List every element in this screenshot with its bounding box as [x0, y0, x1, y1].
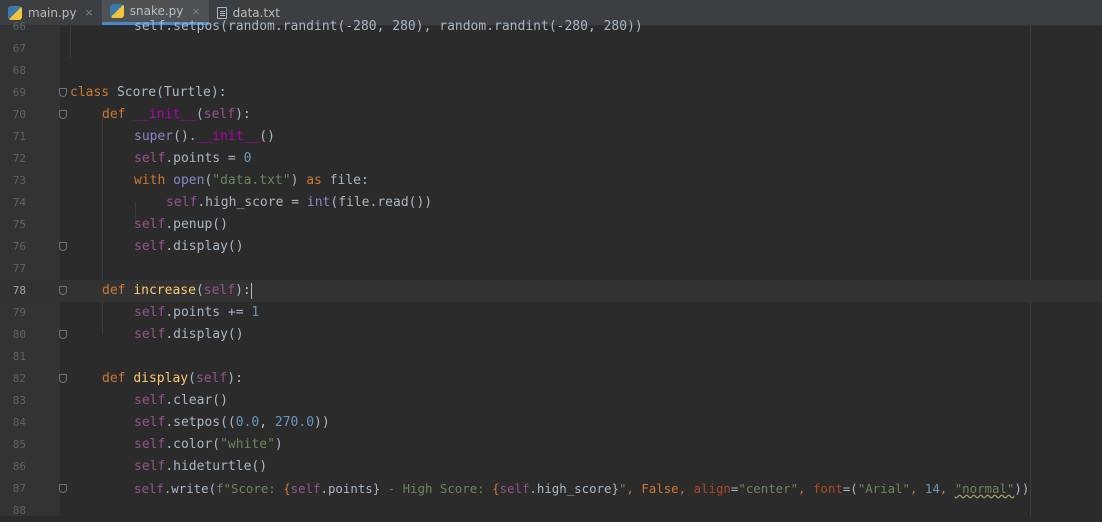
code-line: 80 self.display(): [0, 324, 1102, 346]
line-number: 77: [12, 262, 26, 275]
code-text: self.clear(): [134, 393, 228, 408]
line-number: 85: [12, 438, 26, 451]
code-line: 72 self.points = 0: [0, 148, 1102, 170]
code-text: with open("data.txt") as file:: [134, 173, 369, 188]
code-line-current: 78 def increase(self):: [0, 280, 1102, 302]
code-text: self.hideturtle(): [134, 459, 268, 474]
fold-marker-icon[interactable]: [59, 374, 67, 383]
code-line: 71 super().__init__(): [0, 126, 1102, 148]
code-line: 83 self.clear(): [0, 390, 1102, 412]
fold-marker-icon[interactable]: [59, 330, 67, 339]
fold-marker-icon[interactable]: [59, 484, 67, 493]
line-number: 73: [12, 174, 26, 187]
line-number: 68: [12, 64, 26, 77]
code-text: self.setpos((0.0, 270.0)): [134, 415, 330, 430]
code-line: 70 def __init__(self):: [0, 104, 1102, 126]
line-number: 81: [12, 350, 26, 363]
fold-marker-icon[interactable]: [59, 242, 67, 251]
code-text: super().__init__(): [134, 129, 275, 144]
fold-marker-icon[interactable]: [59, 286, 67, 295]
line-number: 75: [12, 218, 26, 231]
code-text: self.points = 0: [134, 151, 252, 166]
code-line: 86 self.hideturtle(): [0, 456, 1102, 478]
code-editor[interactable]: 66 self.setpos(random.randint(-280, 280),…: [0, 16, 1102, 517]
line-number: 88: [12, 504, 26, 517]
fold-marker-icon[interactable]: [59, 110, 67, 119]
code-text: def increase(self):: [102, 282, 252, 299]
code-text: self.setpos(random.randint(-280, 280), r…: [134, 19, 643, 34]
code-text: self.high_score = int(file.read()): [166, 195, 433, 210]
code-text: class Score(Turtle):: [70, 85, 227, 100]
line-number: 86: [12, 460, 26, 473]
line-number: 83: [12, 394, 26, 407]
line-number: 69: [12, 86, 26, 99]
code-line: 68: [0, 60, 1102, 82]
code-text: def __init__(self):: [102, 107, 251, 122]
line-number: 70: [12, 108, 26, 121]
line-number: 79: [12, 306, 26, 319]
code-text: def display(self):: [102, 371, 243, 386]
code-line: 66 self.setpos(random.randint(-280, 280),…: [0, 16, 1102, 38]
code-line: 76 self.display(): [0, 236, 1102, 258]
code-line: 87 self.write(f"Score: {self.points} - Hi…: [0, 478, 1102, 500]
code-line: 69 class Score(Turtle):: [0, 82, 1102, 104]
code-line: 85 self.color("white"): [0, 434, 1102, 456]
text-caret: [250, 282, 252, 299]
code-line: 75 self.penup(): [0, 214, 1102, 236]
code-text: self.display(): [134, 239, 244, 254]
line-number: 72: [12, 152, 26, 165]
code-line: 79 self.points += 1: [0, 302, 1102, 324]
code-line: 88: [0, 500, 1102, 522]
code-text: self.write(f"Score: {self.points} - High…: [134, 481, 1030, 496]
code-text: self.points += 1: [134, 305, 260, 320]
code-line: 84 self.setpos((0.0, 270.0)): [0, 412, 1102, 434]
line-number: 78: [12, 284, 26, 297]
line-number: 74: [12, 196, 26, 209]
code-line: 77: [0, 258, 1102, 280]
code-text: self.penup(): [134, 217, 228, 232]
line-number: 71: [12, 130, 26, 143]
line-number: 87: [12, 482, 26, 495]
code-line: 81: [0, 346, 1102, 368]
line-number: 80: [12, 328, 26, 341]
code-line: 67: [0, 38, 1102, 60]
code-line: 73 with open("data.txt") as file:: [0, 170, 1102, 192]
code-line: 74 self.high_score = int(file.read()): [0, 192, 1102, 214]
line-number: 76: [12, 240, 26, 253]
fold-marker-icon[interactable]: [59, 88, 67, 97]
code-text: self.color("white"): [134, 437, 283, 452]
code-line: 82 def display(self):: [0, 368, 1102, 390]
line-number: 84: [12, 416, 26, 429]
line-number: 66: [12, 20, 26, 33]
line-number: 82: [12, 372, 26, 385]
line-number: 67: [12, 42, 26, 55]
code-text: self.display(): [134, 327, 244, 342]
